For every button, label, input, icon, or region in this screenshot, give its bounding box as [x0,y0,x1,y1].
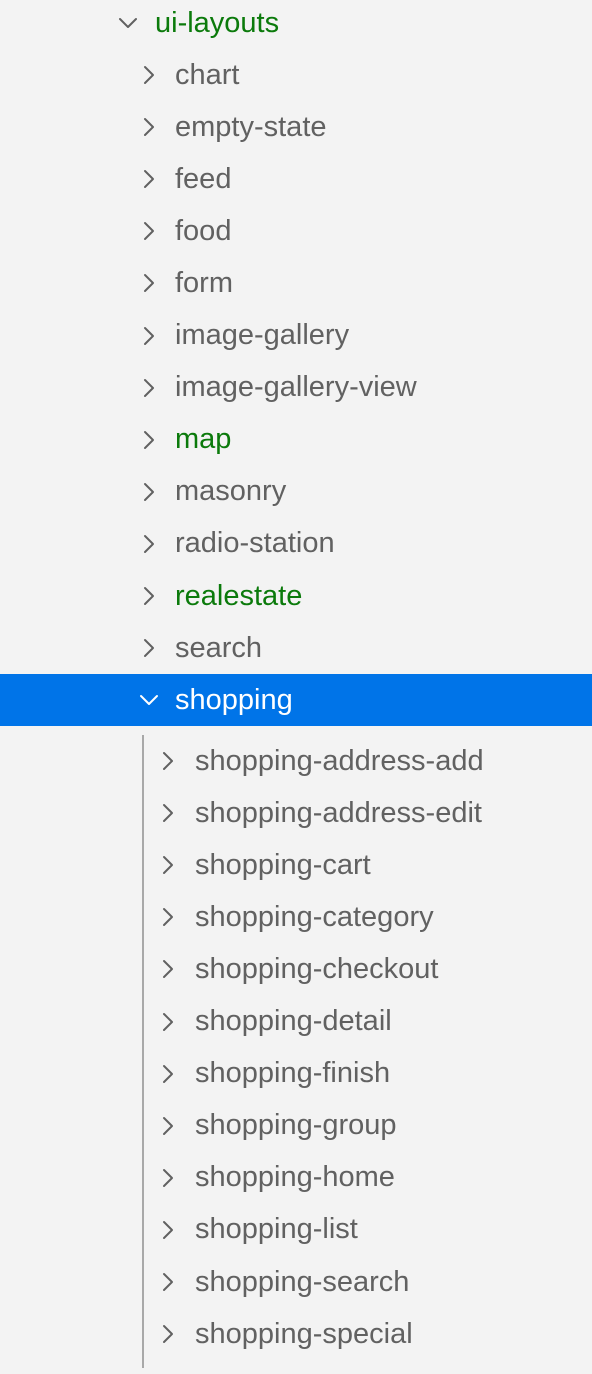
folder-label: shopping-list [195,1213,358,1246]
tree-item-shopping[interactable]: shopping [0,674,592,727]
chevron-right-icon[interactable] [158,751,178,771]
folder-label: shopping-group [195,1109,397,1142]
chevron-right-icon[interactable] [158,1272,178,1292]
tree-item-shopping-home[interactable]: shopping-home [0,1152,592,1204]
folder-label: radio-station [175,527,335,560]
tree-item-shopping-category[interactable]: shopping-category [0,891,592,943]
folder-label: shopping-search [195,1265,410,1298]
chevron-right-icon[interactable] [139,482,159,502]
folder-label: chart [175,58,240,91]
tree-item-map[interactable]: map [0,414,592,466]
chevron-right-icon[interactable] [139,65,159,85]
indent-guide [142,735,144,1368]
tree-item-shopping-group[interactable]: shopping-group [0,1100,592,1152]
tree-item-realestate[interactable]: realestate [0,570,592,622]
tree-item-shopping-special[interactable]: shopping-special [0,1308,592,1360]
folder-label: search [175,631,263,664]
chevron-right-icon[interactable] [139,586,159,606]
tree-item-radio-station[interactable]: radio-station [0,518,592,570]
folder-label: image-gallery [175,319,350,351]
folder-label: shopping-cart [195,848,371,881]
folder-label: food [175,214,232,247]
tree-item-image-gallery-view[interactable]: image-gallery-view [0,362,592,414]
folder-label: ui-layouts [155,6,280,39]
chevron-right-icon[interactable] [158,803,178,823]
tree-item-chart[interactable]: chart [0,49,592,101]
chevron-right-icon[interactable] [158,1116,178,1136]
chevron-right-icon[interactable] [158,1220,178,1240]
tree-item-form[interactable]: form [0,257,592,309]
tree-item-ui-layouts[interactable]: ui-layouts [0,0,592,49]
folder-label: shopping-special [195,1317,413,1350]
tree-item-shopping-detail[interactable]: shopping-detail [0,996,592,1048]
chevron-right-icon[interactable] [158,907,178,927]
folder-label: shopping-category [195,900,434,933]
folder-label: image-gallery-view [175,371,417,404]
chevron-right-icon[interactable] [158,1012,178,1032]
folder-label: empty-state [175,110,327,143]
chevron-right-icon[interactable] [139,117,159,137]
tree-item-shopping-address-edit[interactable]: shopping-address-edit [0,787,592,839]
chevron-right-icon[interactable] [158,855,178,875]
folder-label: shopping [175,683,293,716]
chevron-right-icon[interactable] [139,534,159,554]
chevron-right-icon[interactable] [139,326,159,346]
tree-item-feed[interactable]: feed [0,153,592,205]
tree-item-masonry[interactable]: masonry [0,466,592,518]
chevron-right-icon[interactable] [158,1168,178,1188]
tree-item-empty-state[interactable]: empty-state [0,101,592,153]
tree-item-shopping-search[interactable]: shopping-search [0,1256,592,1308]
chevron-right-icon[interactable] [139,430,159,450]
tree-item-shopping-checkout[interactable]: shopping-checkout [0,943,592,995]
tree-item-shopping-list[interactable]: shopping-list [0,1204,592,1256]
chevron-right-icon[interactable] [139,273,159,293]
folder-label: shopping-finish [195,1057,391,1090]
chevron-right-icon[interactable] [139,638,159,658]
chevron-right-icon[interactable] [139,221,159,241]
chevron-right-icon[interactable] [139,169,159,189]
tree-item-image-gallery[interactable]: image-gallery [0,310,592,362]
chevron-right-icon[interactable] [158,1064,178,1084]
folder-label: masonry [175,475,287,508]
folder-label: shopping-checkout [195,952,439,985]
tree-item-food[interactable]: food [0,205,592,257]
tree-item-shopping-finish[interactable]: shopping-finish [0,1048,592,1100]
tree-item-shopping-address-add[interactable]: shopping-address-add [0,735,592,787]
chevron-right-icon[interactable] [158,959,178,979]
folder-label: shopping-detail [195,1005,392,1037]
folder-label: map [175,423,232,456]
folder-label: form [175,266,233,299]
chevron-down-icon[interactable] [139,690,159,710]
folder-label: realestate [175,579,303,612]
folder-label: shopping-address-edit [195,796,482,829]
chevron-right-icon[interactable] [158,1324,178,1344]
folder-label: shopping-home [195,1161,395,1194]
tree-item-shopping-cart[interactable]: shopping-cart [0,839,592,891]
chevron-down-icon[interactable] [118,13,138,33]
folder-label: feed [175,162,232,195]
tree-item-search[interactable]: search [0,622,592,674]
folder-label: shopping-address-add [195,744,484,777]
chevron-right-icon[interactable] [139,378,159,398]
